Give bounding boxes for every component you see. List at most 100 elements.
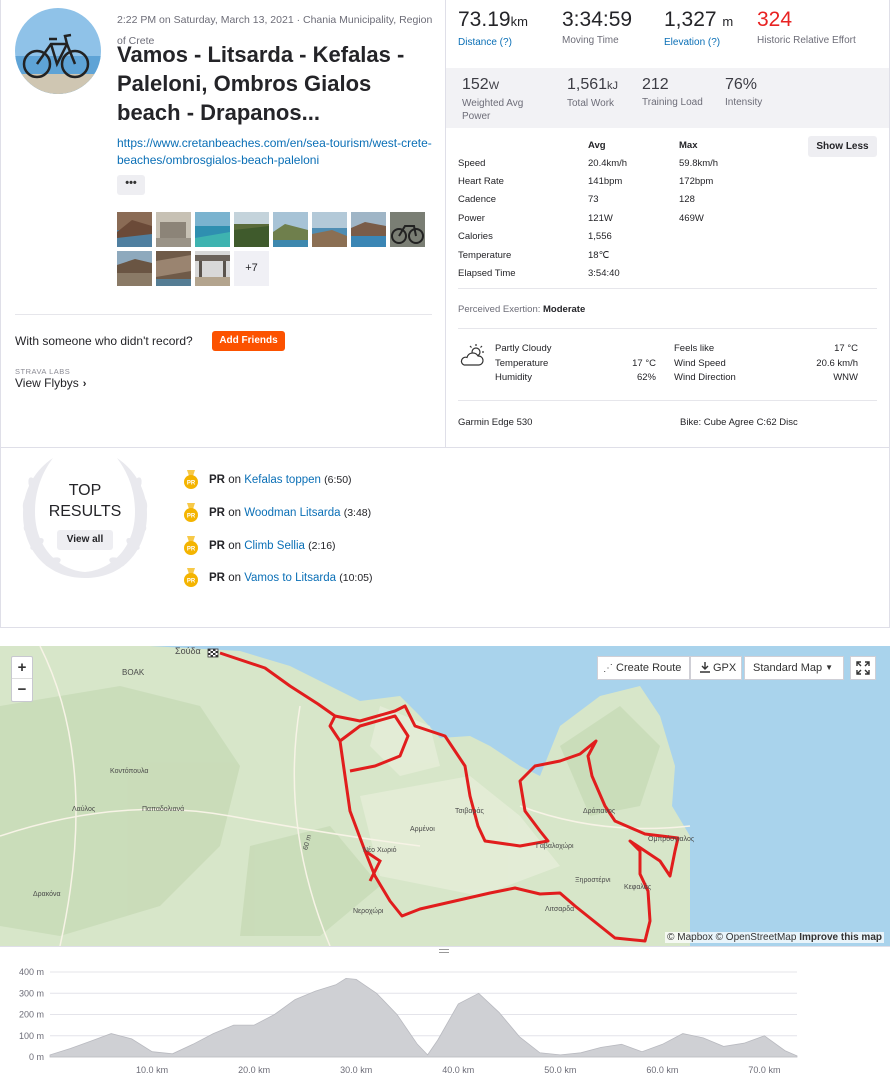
- photo-thumbnail[interactable]: [117, 251, 152, 286]
- place-label: Σούδα: [175, 646, 201, 656]
- intensity-label: Intensity: [725, 97, 763, 108]
- metric-avg: 121W: [588, 212, 613, 224]
- view-flybys-link[interactable]: View Flybys ›: [15, 376, 86, 390]
- show-less-button[interactable]: Show Less: [808, 136, 877, 157]
- photo-thumbnail[interactable]: [312, 212, 347, 247]
- chevron-down-icon: ▼: [825, 663, 833, 672]
- divider: [458, 328, 877, 329]
- place-label: Ξηροστέρνι: [575, 877, 611, 884]
- stat-elevation: 1,327 m Elevation (?): [664, 8, 733, 49]
- view-flybys-label: View Flybys: [15, 376, 79, 390]
- elevation-value: 1,327: [664, 8, 717, 31]
- more-description-button[interactable]: •••: [117, 175, 145, 195]
- strava-labs-label: STRAVA LABS: [15, 367, 71, 376]
- segment-time: (10:05): [339, 572, 373, 584]
- metrics-table: Avg Max Speed 20.4km/h 59.8km/h Heart Rate…: [458, 137, 718, 283]
- table-row: Cadence 73 128: [458, 191, 718, 209]
- training-load-value: 212: [642, 76, 669, 93]
- activity-stats: 73.19km Distance (?) 3:34:59 Moving Time…: [446, 0, 890, 447]
- metric-avg: 18℃: [588, 249, 610, 261]
- activity-title[interactable]: Vamos - Litsarda - Kefalas - Paleloni, O…: [117, 40, 437, 127]
- svg-text:PR: PR: [187, 481, 196, 487]
- zoom-out-button[interactable]: −: [12, 679, 32, 701]
- x-tick-label: 10.0 km: [136, 1065, 168, 1075]
- divider: [458, 400, 877, 401]
- place-label: Νέο Χωριό: [363, 847, 397, 854]
- place-label: BOAK: [122, 668, 145, 677]
- weather-wind-speed-value: 20.6 km/h: [816, 357, 858, 369]
- fullscreen-button[interactable]: [850, 656, 876, 680]
- more-photos-button[interactable]: +7: [234, 251, 269, 286]
- metric-name: Elapsed Time: [458, 268, 516, 280]
- top-results-line2: RESULTS: [48, 503, 122, 520]
- stat-relative-effort[interactable]: 324 Historic Relative Effort: [757, 8, 877, 47]
- map-type-select[interactable]: Standard Map ▼: [744, 656, 844, 680]
- photo-thumbnail[interactable]: [195, 212, 230, 247]
- table-row: Temperature 18℃: [458, 246, 718, 264]
- stat-distance: 73.19km Distance (?): [458, 8, 528, 49]
- metric-name: Temperature: [458, 249, 512, 261]
- relative-effort-value: 324: [757, 8, 793, 31]
- metrics-max-header: Max: [679, 140, 698, 151]
- y-tick-label: 400 m: [19, 967, 44, 977]
- photo-thumbnail[interactable]: [195, 251, 230, 286]
- weather-feels-like-value: 17 °C: [834, 343, 858, 354]
- zoom-controls: + −: [11, 656, 33, 702]
- elevation-label[interactable]: Elevation (?): [664, 36, 733, 49]
- route-map[interactable]: Σούδα BOAK Κοντόπουλα Λαύλος Παπαδολιανά…: [0, 646, 890, 946]
- map-canvas[interactable]: [0, 646, 890, 946]
- photo-thumbnail[interactable]: [351, 212, 386, 247]
- weighted-power-label: Weighted Avg Power: [462, 98, 524, 122]
- metric-max: 172bpm: [679, 176, 714, 188]
- y-tick-label: 0 m: [29, 1052, 44, 1062]
- weather-temperature-label: Temperature: [495, 357, 549, 369]
- weather-wind-direction-label: Wind Direction: [674, 372, 736, 383]
- metrics-header-empty: [458, 137, 588, 154]
- map-type-value: Standard Map: [753, 662, 823, 674]
- gpx-download-button[interactable]: GPX: [690, 656, 742, 680]
- photo-thumbnail[interactable]: [234, 212, 269, 247]
- photo-thumbnail[interactable]: [117, 212, 152, 247]
- segment-link[interactable]: Vamos to Litsarda: [244, 572, 336, 584]
- segment-time: (6:50): [324, 474, 352, 486]
- improve-map-link[interactable]: Improve this map: [799, 932, 882, 943]
- y-tick-label: 200 m: [19, 1010, 44, 1020]
- x-tick-label: 30.0 km: [340, 1065, 372, 1075]
- segment-link[interactable]: Woodman Litsarda: [244, 507, 340, 519]
- bike-name[interactable]: Bike: Cube Agree C:62 Disc: [680, 417, 798, 428]
- stat-moving-time: 3:34:59 Moving Time: [562, 8, 632, 47]
- x-tick-label: 40.0 km: [442, 1065, 474, 1075]
- segment-link[interactable]: Kefalas toppen: [244, 474, 321, 486]
- place-label: Αρμένοι: [410, 826, 435, 833]
- mapbox-attribution[interactable]: © Mapbox: [667, 932, 713, 943]
- osm-attribution[interactable]: © OpenStreetMap: [716, 932, 797, 943]
- x-tick-label: 20.0 km: [238, 1065, 270, 1075]
- secondary-stats-bar: 152W Weighted Avg Power 1,561kJ Total Wo…: [446, 68, 889, 128]
- segment-link[interactable]: Climb Sellia: [244, 540, 305, 552]
- pr-medal-icon: PR: [184, 503, 198, 522]
- elevation-profile[interactable]: 0 m 100 m 200 m 300 m 400 m 10.0 km 20.0 km 30.…: [0, 946, 890, 1080]
- pr-medal-icon: PR: [184, 568, 198, 587]
- exertion-value: Moderate: [543, 304, 586, 315]
- create-route-button[interactable]: ⋰ Create Route: [597, 656, 690, 680]
- description-link[interactable]: https://www.cretanbeaches.com/en/sea-tou…: [117, 135, 437, 169]
- metric-name: Speed: [458, 157, 486, 169]
- metric-max: [679, 228, 718, 246]
- distance-label[interactable]: Distance (?): [458, 36, 528, 49]
- pr-medal-icon: PR: [184, 470, 198, 489]
- metric-name: Cadence: [458, 194, 497, 206]
- athlete-avatar[interactable]: [15, 8, 101, 94]
- bike-avatar-icon: [15, 8, 101, 94]
- moving-time-label: Moving Time: [562, 35, 619, 46]
- weather-feels-like-label: Feels like: [674, 343, 715, 354]
- metric-max: 469W: [679, 212, 704, 224]
- pr-label: PR: [209, 540, 225, 552]
- total-work-value: 1,561: [567, 76, 608, 93]
- photo-thumbnail[interactable]: [156, 212, 191, 247]
- photo-thumbnail[interactable]: [273, 212, 308, 247]
- zoom-in-button[interactable]: +: [12, 657, 32, 679]
- view-all-button[interactable]: View all: [57, 530, 113, 550]
- photo-thumbnail[interactable]: [156, 251, 191, 286]
- add-friends-button[interactable]: Add Friends: [212, 331, 285, 351]
- photo-thumbnail[interactable]: [390, 212, 425, 247]
